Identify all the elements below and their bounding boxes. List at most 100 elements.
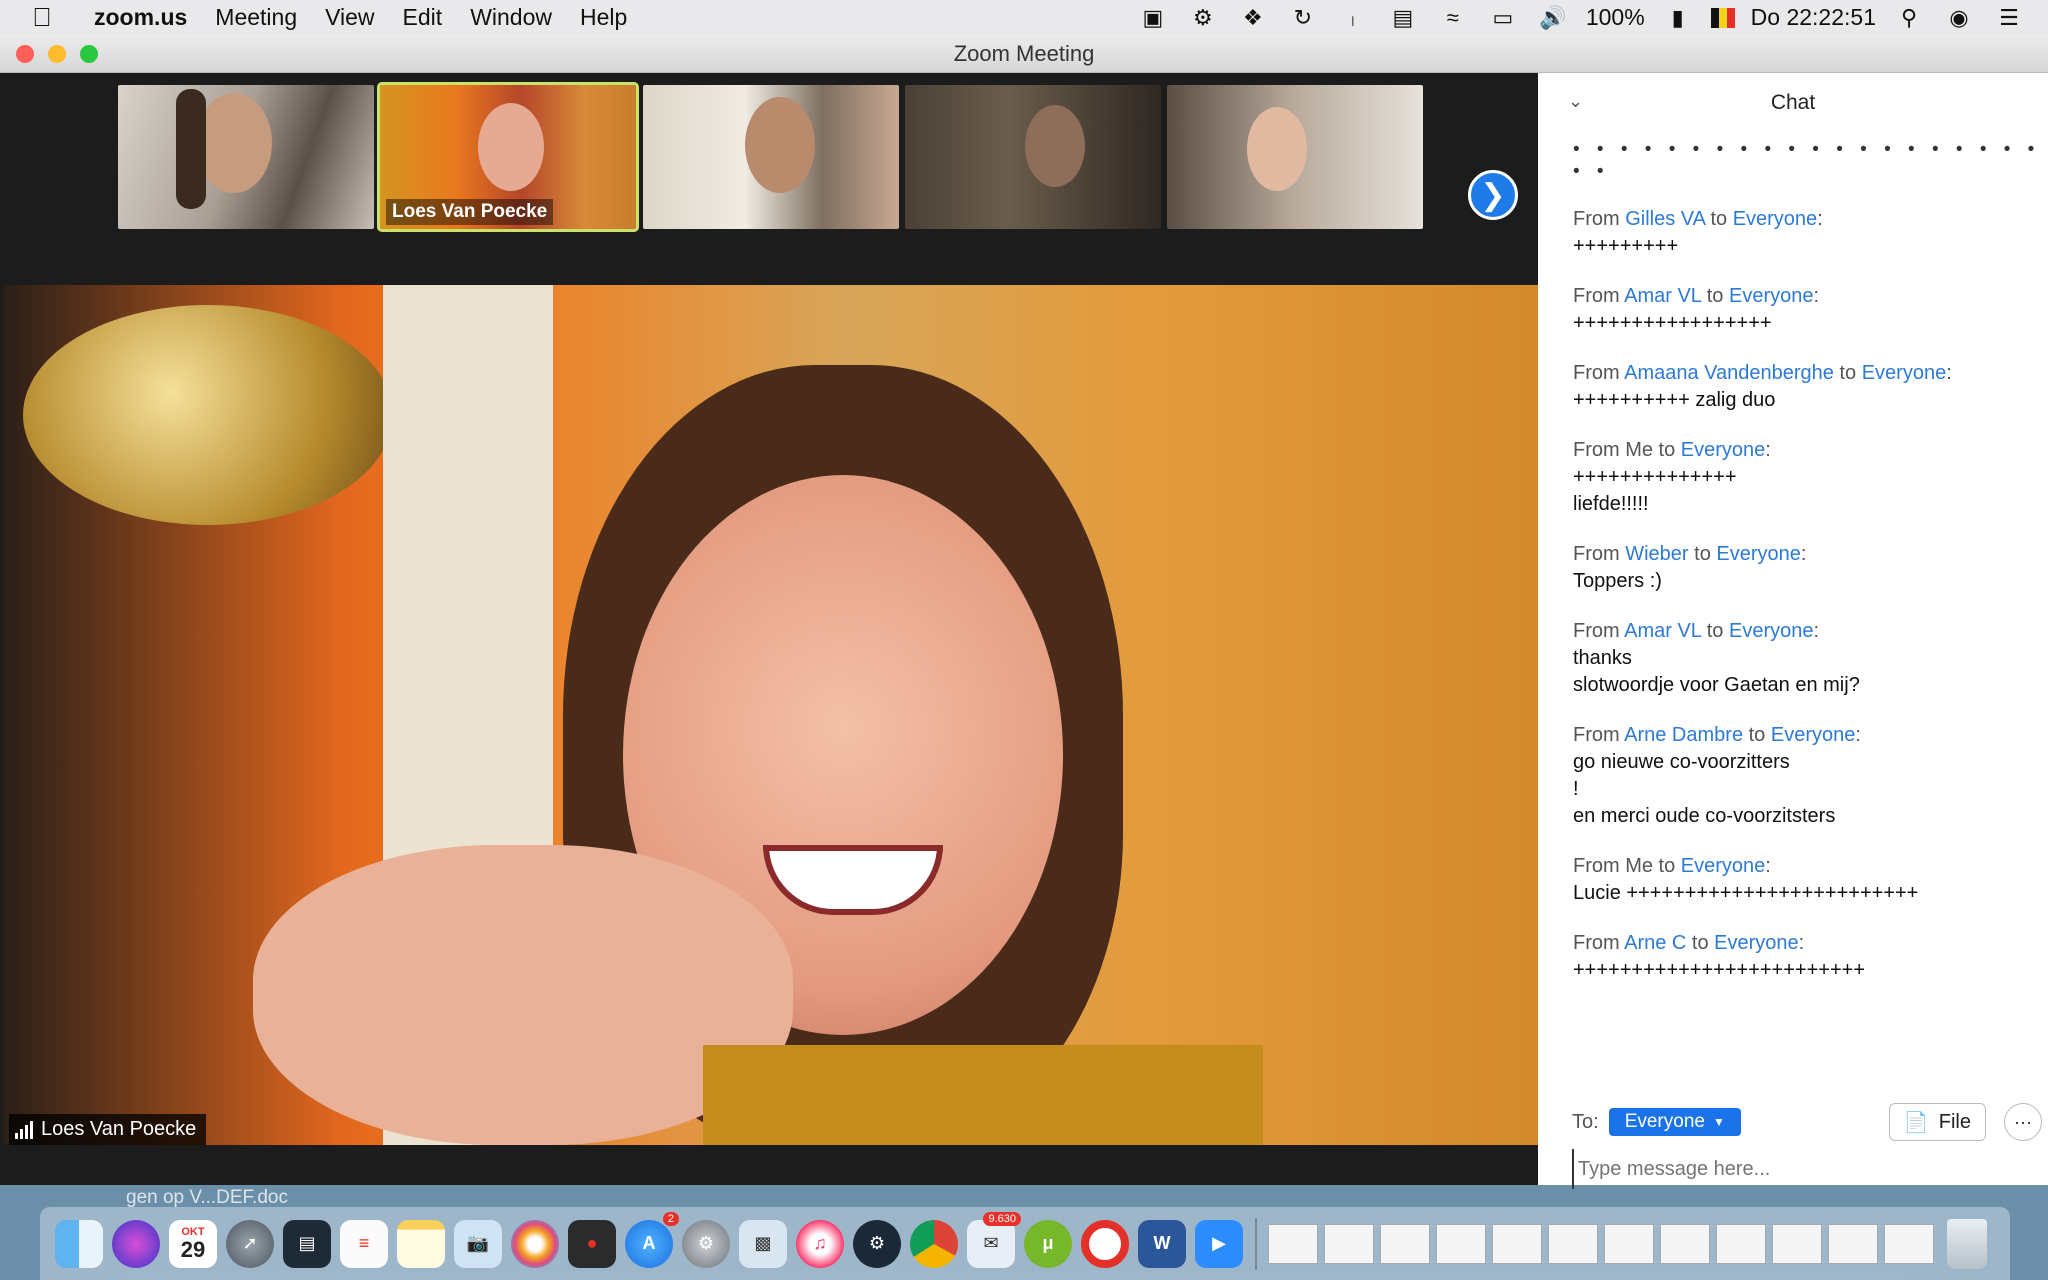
zoom-tray-icon[interactable]: ▣: [1136, 5, 1170, 31]
chat-message-sender[interactable]: Amar VL: [1624, 620, 1701, 642]
minimized-window-thumbnail[interactable]: [1436, 1223, 1486, 1264]
chat-message-from: From: [1573, 543, 1626, 565]
reminders-icon[interactable]: ≡: [340, 1219, 388, 1268]
chat-message-sender[interactable]: Gilles VA: [1625, 208, 1705, 230]
chat-message-recipient[interactable]: Everyone: [1733, 208, 1818, 230]
opera-icon[interactable]: [1081, 1219, 1129, 1268]
clock[interactable]: Do 22:22:51: [1751, 4, 1876, 31]
menu-view[interactable]: View: [311, 4, 388, 31]
chat-header: ⌄ Chat: [1538, 73, 2048, 133]
chat-message-sender[interactable]: Wieber: [1625, 543, 1688, 565]
participant-thumbnail-active[interactable]: Loes Van Poecke: [377, 82, 639, 232]
minimized-window-thumbnail[interactable]: [1716, 1223, 1766, 1264]
recipient-dropdown[interactable]: Everyone ▼: [1608, 1108, 1741, 1136]
siri-icon[interactable]: [112, 1219, 160, 1268]
belgium-flag-icon[interactable]: [1710, 7, 1735, 28]
spotlight-search-icon[interactable]: ⚲: [1892, 5, 1926, 31]
chat-message-header: From Amaana Vandenberghe to Everyone:: [1573, 359, 2048, 387]
chat-message-recipient[interactable]: Everyone: [1681, 439, 1766, 461]
message-input[interactable]: [1572, 1149, 2012, 1189]
chat-message-from: From: [1573, 620, 1625, 642]
minimized-window-thumbnail[interactable]: [1772, 1223, 1822, 1264]
chat-message-recipient[interactable]: Everyone: [1714, 932, 1799, 954]
minimize-window-button[interactable]: [48, 44, 66, 63]
participant-thumbnail[interactable]: [118, 85, 374, 229]
file-button[interactable]: 📄 File: [1888, 1103, 1986, 1141]
participant-thumbnail[interactable]: [643, 85, 899, 229]
mail-icon[interactable]: ✉ 9.630: [967, 1211, 1021, 1268]
time-machine-icon[interactable]: ↻: [1286, 5, 1320, 31]
music-icon[interactable]: ♫: [796, 1219, 844, 1268]
chat-message-recipient[interactable]: Everyone: [1771, 724, 1856, 746]
chat-message-recipient[interactable]: Everyone: [1716, 543, 1801, 565]
more-options-button[interactable]: ···: [2004, 1103, 2042, 1141]
zoom-app-icon[interactable]: ▶: [1195, 1219, 1243, 1268]
minimized-window-thumbnail[interactable]: [1604, 1223, 1654, 1264]
minimized-window-thumbnail[interactable]: [1268, 1223, 1318, 1264]
photos-icon[interactable]: [511, 1219, 559, 1268]
system-preferences-icon[interactable]: ⚙: [682, 1219, 730, 1268]
notification-center-icon[interactable]: ☰: [1992, 5, 2026, 31]
steam-icon[interactable]: ⚙: [853, 1219, 901, 1268]
activity-monitor-icon[interactable]: ▤: [283, 1219, 331, 1268]
notes-icon[interactable]: [397, 1219, 445, 1268]
chat-message-sender[interactable]: Amar VL: [1624, 285, 1701, 307]
chevron-down-icon[interactable]: ⌄: [1568, 91, 1583, 112]
minimized-window-thumbnail[interactable]: [1884, 1223, 1934, 1264]
image-capture-icon[interactable]: ▩: [739, 1219, 787, 1268]
calendar-icon[interactable]: OKT 29: [169, 1219, 217, 1268]
memory-icon[interactable]: ▤: [1386, 5, 1420, 31]
menu-help[interactable]: Help: [566, 4, 641, 31]
chat-message-recipient[interactable]: Everyone: [1729, 285, 1814, 307]
next-page-arrow-icon[interactable]: ❯: [1468, 170, 1518, 220]
app-store-badge: 2: [662, 1211, 679, 1226]
menu-meeting[interactable]: Meeting: [201, 4, 311, 31]
wifi-icon[interactable]: ≈: [1436, 5, 1470, 31]
launchpad-icon[interactable]: ➚: [226, 1219, 274, 1268]
minimized-window-thumbnail[interactable]: [1548, 1223, 1598, 1264]
chat-message-sender[interactable]: Amaana Vandenberghe: [1624, 362, 1834, 384]
menu-app-name[interactable]: zoom.us: [64, 4, 201, 31]
apple-menu-icon[interactable]: : [20, 2, 64, 33]
siri-icon[interactable]: ◉: [1942, 5, 1976, 31]
volume-icon[interactable]: 🔊: [1536, 5, 1570, 31]
preview-icon[interactable]: 📷: [454, 1219, 502, 1268]
chat-message-recipient[interactable]: Everyone: [1862, 362, 1947, 384]
photo-booth-icon[interactable]: ●: [568, 1219, 616, 1268]
utorrent-icon[interactable]: μ: [1024, 1219, 1072, 1268]
chat-message-colon: :: [1813, 620, 1820, 642]
chat-message-sender[interactable]: Arne C: [1624, 932, 1686, 954]
chat-message-recipient[interactable]: Everyone: [1681, 855, 1766, 877]
trash-icon[interactable]: [1947, 1218, 1987, 1269]
minimized-window-thumbnail[interactable]: [1492, 1223, 1542, 1264]
chat-message-text: ++++++++++++++: [1573, 466, 1737, 488]
chat-message: From Arne Dambre to Everyone: go nieuwe c…: [1573, 721, 2048, 830]
participant-thumbnail[interactable]: [1167, 85, 1423, 229]
word-icon[interactable]: W: [1138, 1219, 1186, 1268]
chat-message-to: to: [1704, 208, 1733, 230]
minimized-window-thumbnail[interactable]: [1380, 1223, 1430, 1264]
minimized-window-thumbnail[interactable]: [1324, 1223, 1374, 1264]
chat-message-recipient[interactable]: Everyone: [1729, 620, 1814, 642]
dropbox-icon[interactable]: ❖: [1236, 5, 1270, 31]
menu-edit[interactable]: Edit: [389, 4, 457, 31]
chrome-icon[interactable]: [910, 1219, 958, 1268]
chat-message-text: +++++++++++++++++++++++++: [1573, 959, 1865, 981]
desktop-file-label[interactable]: gen op V...DEF.doc: [126, 1187, 288, 1209]
chat-message-list[interactable]: • • • • • • • • • • • • • • • • • • • • …: [1538, 133, 2048, 1093]
participant-thumbnail[interactable]: [905, 85, 1161, 229]
chat-message-to: to: [1653, 439, 1681, 461]
close-window-button[interactable]: [16, 44, 34, 63]
airplay-icon[interactable]: ▭: [1486, 5, 1520, 31]
chat-message-text: Lucie +++++++++++++++++++++++++: [1573, 882, 1919, 904]
finder-icon[interactable]: [55, 1219, 103, 1268]
tool-tray-icon[interactable]: ⚙: [1186, 5, 1220, 31]
bluetooth-icon[interactable]: ᛧ: [1336, 5, 1370, 31]
minimized-window-thumbnail[interactable]: [1828, 1223, 1878, 1264]
battery-icon[interactable]: ▮: [1661, 5, 1695, 31]
zoom-window-button[interactable]: [80, 44, 98, 63]
chat-message-sender[interactable]: Arne Dambre: [1624, 724, 1743, 746]
app-store-icon[interactable]: A2: [625, 1211, 679, 1268]
menu-window[interactable]: Window: [456, 4, 566, 31]
minimized-window-thumbnail[interactable]: [1660, 1223, 1710, 1264]
